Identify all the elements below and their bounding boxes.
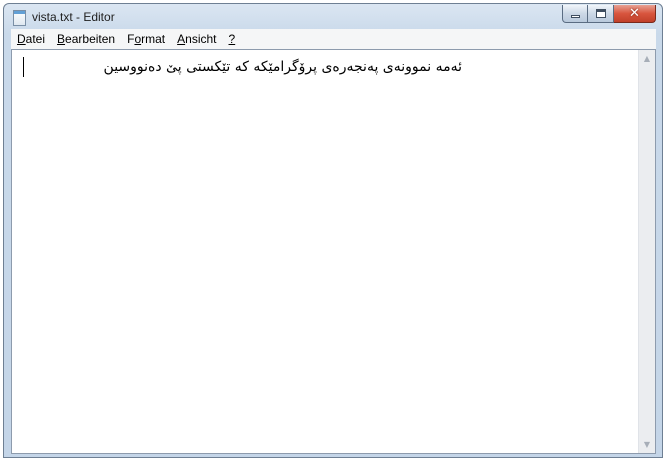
menu-bar: Datei Bearbeiten Format Ansicht ? <box>11 29 656 50</box>
caption-buttons: ✕ <box>562 5 656 24</box>
menu-datei[interactable]: Datei <box>11 30 51 48</box>
editor-window: vista.txt - Editor ✕ Datei Bearbeiten Fo… <box>3 3 663 458</box>
scroll-down-arrow-icon[interactable]: ▼ <box>639 436 655 453</box>
editor-text[interactable]: ئەمە نموونەی پەنجەرەی پرۆگرامێکە کە تێکس… <box>104 58 462 76</box>
text-area[interactable]: ئەمە نموونەی پەنجەرەی پرۆگرامێکە کە تێکس… <box>12 50 638 453</box>
title-bar[interactable]: vista.txt - Editor ✕ <box>4 4 662 30</box>
menu-format[interactable]: Format <box>121 30 171 48</box>
maximize-button[interactable] <box>588 5 614 23</box>
minimize-icon <box>571 15 580 18</box>
menu-help[interactable]: ? <box>223 30 242 48</box>
maximize-icon <box>596 9 606 18</box>
minimize-button[interactable] <box>562 5 588 23</box>
menu-ansicht[interactable]: Ansicht <box>171 30 222 48</box>
menu-bearbeiten[interactable]: Bearbeiten <box>51 30 121 48</box>
text-editor[interactable]: ئەمە نموونەی پەنجەرەی پرۆگرامێکە کە تێکس… <box>11 49 656 454</box>
notepad-icon[interactable] <box>13 10 26 26</box>
close-button[interactable]: ✕ <box>614 5 656 23</box>
text-caret <box>23 57 24 77</box>
window-title: vista.txt - Editor <box>32 10 115 24</box>
vertical-scrollbar[interactable]: ▲ ▼ <box>638 50 655 453</box>
close-icon: ✕ <box>629 6 640 21</box>
scroll-up-arrow-icon[interactable]: ▲ <box>639 50 655 67</box>
